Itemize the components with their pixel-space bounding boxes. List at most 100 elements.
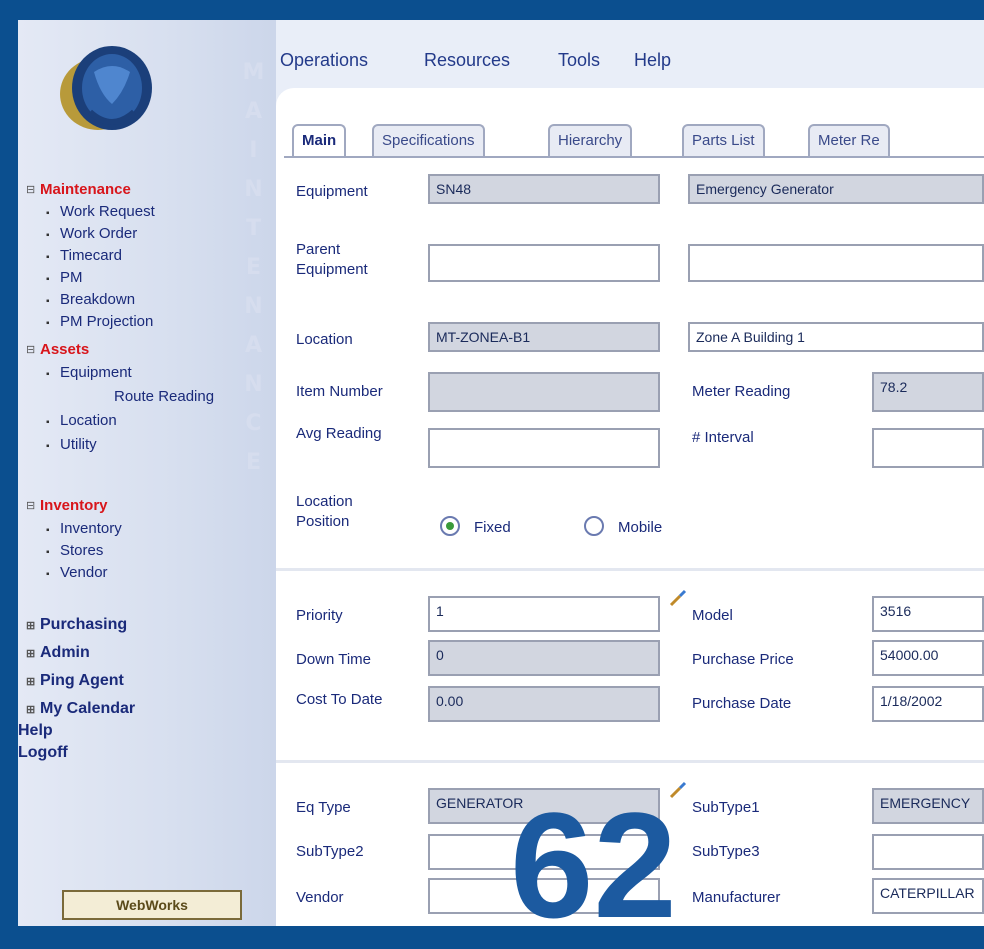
bullet-icon: ▪ xyxy=(46,369,50,380)
subtype3-label: SubType3 xyxy=(692,843,760,860)
subtype3-field[interactable] xyxy=(872,834,984,870)
sidebar: MAINTENANCE ⊟ Maintenance ▪ Work Request ▪… xyxy=(18,20,276,926)
subtype1-label: SubType1 xyxy=(692,799,760,816)
nav-section-assets[interactable]: ⊟ Assets xyxy=(26,340,89,358)
interval-field[interactable] xyxy=(872,428,984,468)
globe-logo xyxy=(60,46,152,130)
bullet-icon: ▪ xyxy=(46,274,50,285)
cost-to-date-label: Cost To Date xyxy=(296,691,383,708)
nav-section-inventory[interactable]: ⊟ Inventory xyxy=(26,496,108,514)
tab-parts-list[interactable]: Parts List xyxy=(682,124,765,156)
menubar: Operations Resources Tools Help xyxy=(276,42,984,82)
meter-reading-label: Meter Reading xyxy=(692,383,791,400)
nav-section-admin[interactable]: ⊞ Admin xyxy=(26,644,90,662)
menu-operations[interactable]: Operations xyxy=(280,50,368,71)
bullet-icon: ▪ xyxy=(46,252,50,263)
nav-item-equipment[interactable]: ▪ Equipment xyxy=(46,364,132,381)
down-time-field[interactable]: 0 xyxy=(428,640,660,676)
model-field[interactable]: 3516 xyxy=(872,596,984,632)
radio-fixed[interactable] xyxy=(440,516,460,536)
nav-item-location[interactable]: ▪ Location xyxy=(46,412,117,429)
section-divider xyxy=(276,568,984,571)
avg-reading-label: Avg Reading xyxy=(296,425,382,442)
collapse-icon[interactable]: ⊟ xyxy=(26,499,40,512)
nav-section-my-calendar[interactable]: ⊞ My Calendar xyxy=(26,700,135,718)
bullet-icon: ▪ xyxy=(46,525,50,536)
overlay-page-number: 62 xyxy=(510,781,677,949)
bullet-icon: ▪ xyxy=(46,208,50,219)
tab-meter-readings[interactable]: Meter Re xyxy=(808,124,890,156)
nav-item-utility[interactable]: ▪ Utility xyxy=(46,436,97,453)
tab-hierarchy[interactable]: Hierarchy xyxy=(548,124,633,156)
down-time-label: Down Time xyxy=(296,651,372,668)
collapse-icon[interactable]: ⊟ xyxy=(26,183,40,196)
nav-section-maintenance[interactable]: ⊟ Maintenance xyxy=(26,180,131,198)
parent-equipment-description-field[interactable] xyxy=(688,244,984,282)
nav-item-work-order[interactable]: ▪ Work Order xyxy=(46,225,137,242)
item-number-field[interactable] xyxy=(428,372,660,412)
logoff-link[interactable]: Logoff xyxy=(18,744,68,762)
bullet-icon: ▪ xyxy=(46,230,50,241)
expand-icon[interactable]: ⊞ xyxy=(26,619,40,632)
manufacturer-field[interactable]: CATERPILLAR xyxy=(872,878,984,914)
bullet-icon: ▪ xyxy=(46,296,50,307)
radio-fixed-label: Fixed xyxy=(474,519,511,536)
meter-reading-field[interactable]: 78.2 xyxy=(872,372,984,412)
radio-mobile[interactable] xyxy=(584,516,604,536)
vertical-watermark: MAINTENANCE xyxy=(241,60,266,489)
menu-tools[interactable]: Tools xyxy=(558,50,600,71)
window-frame: MAINTENANCE ⊟ Maintenance ▪ Work Request ▪… xyxy=(0,0,984,940)
radio-mobile-label: Mobile xyxy=(618,519,663,536)
avg-reading-field[interactable] xyxy=(428,428,660,468)
nav-section-purchasing[interactable]: ⊞ Purchasing xyxy=(26,616,127,634)
nav-item-route-reading[interactable]: Route Reading xyxy=(114,388,214,405)
nav-item-vendor[interactable]: ▪ Vendor xyxy=(46,564,108,581)
nav-item-pm[interactable]: ▪ PM xyxy=(46,269,83,286)
menu-help[interactable]: Help xyxy=(634,50,671,71)
expand-icon[interactable]: ⊞ xyxy=(26,675,40,688)
purchase-price-field[interactable]: 54000.00 xyxy=(872,640,984,676)
parent-equipment-label: Parent Equipment xyxy=(296,241,368,278)
nav-section-ping-agent[interactable]: ⊞ Ping Agent xyxy=(26,672,124,690)
app-window: MAINTENANCE ⊟ Maintenance ▪ Work Request ▪… xyxy=(18,20,984,926)
purchase-date-field[interactable]: 1/18/2002 xyxy=(872,686,984,722)
location-label: Location xyxy=(296,331,353,348)
parent-equipment-field[interactable] xyxy=(428,244,660,282)
vendor-label: Vendor xyxy=(296,889,344,906)
location-description-field[interactable]: Zone A Building 1 xyxy=(688,322,984,352)
nav-item-pm-projection[interactable]: ▪ PM Projection xyxy=(46,313,153,330)
priority-label: Priority xyxy=(296,607,343,624)
tab-main[interactable]: Main xyxy=(292,124,347,156)
subtype1-field[interactable]: EMERGENCY xyxy=(872,788,984,824)
bullet-icon: ▪ xyxy=(46,318,50,329)
nav-item-stores[interactable]: ▪ Stores xyxy=(46,542,103,559)
equipment-description-field[interactable]: Emergency Generator xyxy=(688,174,984,204)
help-link[interactable]: Help xyxy=(18,722,53,740)
expand-icon[interactable]: ⊞ xyxy=(26,647,40,660)
purchase-price-label: Purchase Price xyxy=(692,651,794,668)
bullet-icon: ▪ xyxy=(46,569,50,580)
collapse-icon[interactable]: ⊟ xyxy=(26,343,40,356)
eq-type-label: Eq Type xyxy=(296,799,351,816)
picker-icon[interactable] xyxy=(668,588,688,608)
bullet-icon: ▪ xyxy=(46,417,50,428)
manufacturer-label: Manufacturer xyxy=(692,889,781,906)
priority-field[interactable]: 1 xyxy=(428,596,660,632)
location-position-label: Location Position xyxy=(296,493,353,530)
location-field[interactable]: MT-ZONEA-B1 xyxy=(428,322,660,352)
cost-to-date-field[interactable]: 0.00 xyxy=(428,686,660,722)
equipment-label: Equipment xyxy=(296,183,368,200)
item-number-label: Item Number xyxy=(296,383,383,400)
nav-item-inventory[interactable]: ▪ Inventory xyxy=(46,520,122,537)
menu-resources[interactable]: Resources xyxy=(424,50,510,71)
expand-icon[interactable]: ⊞ xyxy=(26,703,40,716)
nav-item-work-request[interactable]: ▪ Work Request xyxy=(46,203,155,220)
subtype2-label: SubType2 xyxy=(296,843,364,860)
nav-item-breakdown[interactable]: ▪ Breakdown xyxy=(46,291,135,308)
tab-specifications[interactable]: Specifications xyxy=(372,124,485,156)
product-badge: WebWorks xyxy=(62,890,242,920)
equipment-field[interactable]: SN48 xyxy=(428,174,660,204)
nav-item-timecard[interactable]: ▪ Timecard xyxy=(46,247,122,264)
purchase-date-label: Purchase Date xyxy=(692,695,792,712)
tab-divider xyxy=(284,156,984,158)
